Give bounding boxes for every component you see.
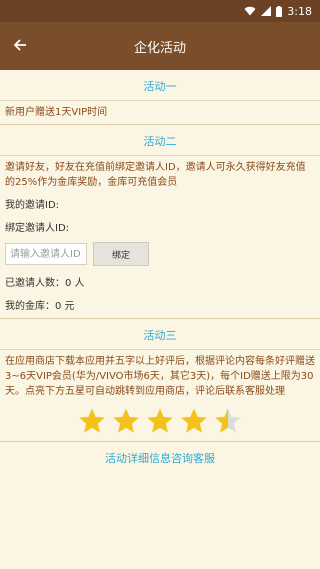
activity-two-description: 邀请好友，好友在充值前绑定邀请人ID，邀请人可永久获得好友充值的25%作为金库奖… <box>5 162 306 188</box>
activity-one-text: 新用户赠送1天VIP时间 <box>5 107 108 118</box>
my-invite-id-label: 我的邀请ID: <box>5 200 60 211</box>
bind-inviter-label: 绑定邀请人ID: <box>5 223 70 234</box>
activity-two-title: 活动二 <box>0 125 320 156</box>
signal-icon <box>261 6 272 16</box>
star-icon[interactable] <box>78 407 106 435</box>
star-icon[interactable] <box>214 407 242 435</box>
vault-balance: 我的金库：0 元 <box>5 301 75 312</box>
wifi-icon <box>244 6 256 16</box>
activity-three-description: 在应用商店下载本应用并五字以上好评后，根据评论内容每条好评赠送3~6天VIP会员… <box>5 356 315 397</box>
arrow-left-icon <box>13 37 27 56</box>
page-title: 企化活动 <box>133 40 186 56</box>
star-icon[interactable] <box>112 407 140 435</box>
back-button[interactable] <box>0 22 40 70</box>
star-icon[interactable] <box>180 407 208 435</box>
status-bar: 3:18 <box>0 0 320 22</box>
customer-service-link[interactable]: 活动详细信息咨询客服 <box>0 442 320 474</box>
bind-button[interactable]: 绑定 <box>93 242 149 266</box>
bind-row: 绑定 <box>5 240 315 272</box>
battery-icon <box>276 5 283 17</box>
activity-three-section: 活动三 在应用商店下载本应用并五字以上好评后，根据评论内容每条好评赠送3~6天V… <box>0 319 320 442</box>
status-time: 3:18 <box>287 4 312 18</box>
rating-stars <box>5 403 315 441</box>
activity-two-section: 活动二 邀请好友，好友在充值前绑定邀请人ID，邀请人可永久获得好友充值的25%作… <box>0 125 320 319</box>
activity-three-title: 活动三 <box>0 319 320 350</box>
app-bar: 企化活动 <box>0 22 320 70</box>
activity-one-section: 活动一 新用户赠送1天VIP时间 <box>0 70 320 125</box>
star-icon[interactable] <box>146 407 174 435</box>
activity-one-title: 活动一 <box>0 70 320 101</box>
inviter-id-input[interactable] <box>5 243 87 265</box>
invited-count: 已邀请人数：0 人 <box>5 278 85 289</box>
